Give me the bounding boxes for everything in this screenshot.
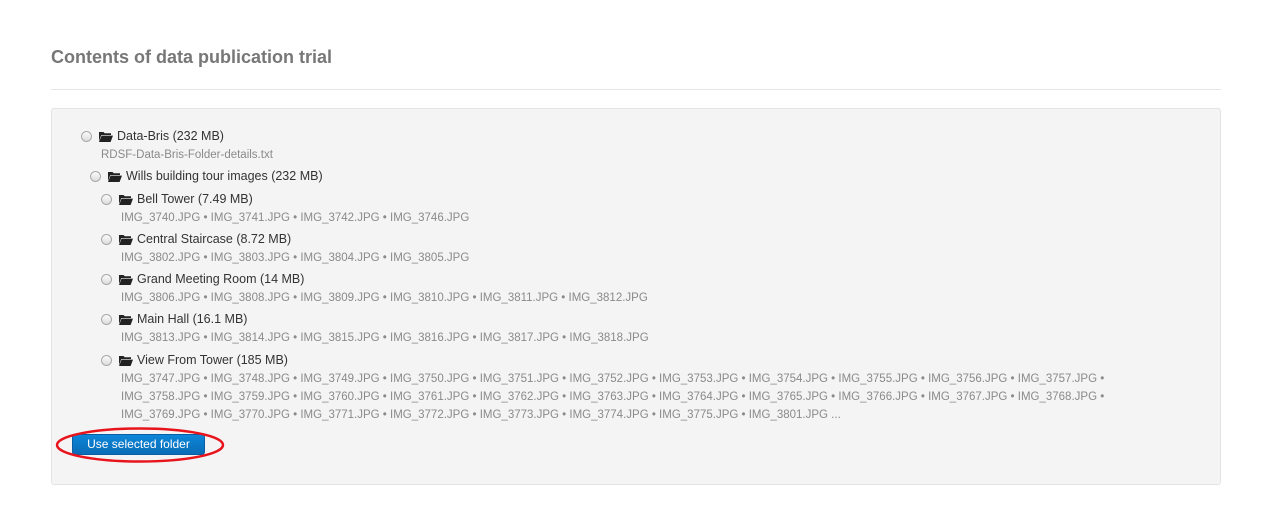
file-list-central-staircase: IMG_3802.JPG • IMG_3803.JPG • IMG_3804.J… [121, 252, 470, 264]
folder-open-icon [119, 234, 133, 245]
tree-item-data-bris[interactable]: Data-Bris (232 MB) [81, 127, 224, 145]
radio-wills-building[interactable] [90, 170, 101, 182]
radio-view-from-tower[interactable] [101, 354, 112, 366]
folder-label: Grand Meeting Room (14 MB) [137, 272, 305, 286]
folder-label: Main Hall (16.1 MB) [137, 312, 248, 326]
tree-item-main-hall[interactable]: Main Hall (16.1 MB) [101, 310, 247, 328]
folder-open-icon [119, 314, 133, 325]
title-divider [51, 89, 1221, 90]
folder-label: View From Tower (185 MB) [137, 353, 288, 367]
tree-item-bell-tower[interactable]: Bell Tower (7.49 MB) [101, 190, 253, 208]
radio-grand-meeting-room[interactable] [101, 273, 112, 285]
radio-main-hall[interactable] [101, 313, 112, 325]
file-list-view-from-tower: IMG_3769.JPG • IMG_3770.JPG • IMG_3771.J… [121, 409, 841, 421]
file-list-view-from-tower: IMG_3747.JPG • IMG_3748.JPG • IMG_3749.J… [121, 373, 1105, 385]
use-selected-folder-button[interactable]: Use selected folder [72, 434, 205, 455]
folder-open-icon [108, 171, 122, 182]
folder-open-icon [119, 355, 133, 366]
radio-data-bris[interactable] [81, 130, 92, 142]
tree-item-wills-building[interactable]: Wills building tour images (232 MB) [90, 167, 323, 185]
folder-open-icon [119, 274, 133, 285]
folder-label: Wills building tour images (232 MB) [126, 169, 323, 183]
tree-item-grand-meeting-room[interactable]: Grand Meeting Room (14 MB) [101, 270, 304, 288]
radio-central-staircase[interactable] [101, 233, 112, 245]
tree-item-central-staircase[interactable]: Central Staircase (8.72 MB) [101, 230, 291, 248]
page: Contents of data publication trial Data-… [0, 0, 1268, 530]
page-title: Contents of data publication trial [51, 47, 333, 67]
file-list-view-from-tower: IMG_3758.JPG • IMG_3759.JPG • IMG_3760.J… [121, 391, 1105, 403]
file-list-bell-tower: IMG_3740.JPG • IMG_3741.JPG • IMG_3742.J… [121, 212, 470, 224]
folder-label: Central Staircase (8.72 MB) [137, 232, 292, 246]
file-list-grand-meeting-room: IMG_3806.JPG • IMG_3808.JPG • IMG_3809.J… [121, 292, 648, 304]
file-list-main-hall: IMG_3813.JPG • IMG_3814.JPG • IMG_3815.J… [121, 332, 649, 344]
radio-bell-tower[interactable] [101, 193, 112, 205]
folder-label: Data-Bris (232 MB) [117, 129, 224, 143]
tree-item-view-from-tower[interactable]: View From Tower (185 MB) [101, 351, 288, 369]
folder-open-icon [119, 194, 133, 205]
file-list-data-bris: RDSF-Data-Bris-Folder-details.txt [101, 149, 273, 161]
folder-label: Bell Tower (7.49 MB) [137, 192, 253, 206]
folder-open-icon [99, 131, 113, 142]
